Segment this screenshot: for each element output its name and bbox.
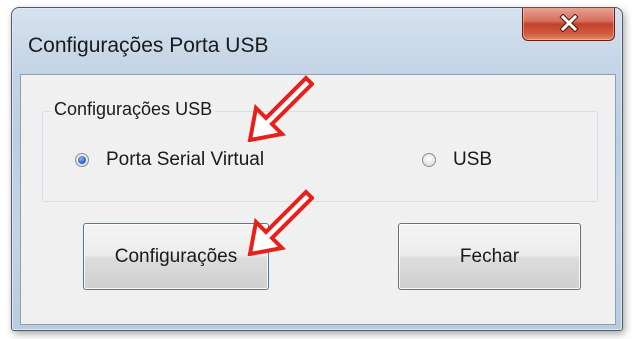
close-button[interactable] <box>522 8 615 41</box>
radio-virtual-serial-port[interactable]: Porta Serial Virtual <box>75 149 264 171</box>
dialog-window: Configurações Porta USB Configurações US… <box>11 7 623 331</box>
radio-label-virtual-serial-port: Porta Serial Virtual <box>106 149 265 170</box>
radio-label-usb: USB <box>453 149 493 170</box>
close-icon <box>559 14 579 32</box>
radio-indicator-checked[interactable] <box>75 153 89 167</box>
radio-indicator-unchecked[interactable] <box>422 153 436 167</box>
configurations-button[interactable]: Configurações <box>83 223 269 290</box>
radio-usb[interactable]: USB <box>422 149 492 171</box>
close-dialog-button[interactable]: Fechar <box>398 223 581 290</box>
groupbox-label: Configurações USB <box>51 99 216 120</box>
dialog-client-area: Configurações USB Porta Serial Virtual U… <box>20 74 616 325</box>
window-title: Configurações Porta USB <box>28 34 269 57</box>
title-bar[interactable]: Configurações Porta USB <box>12 8 622 74</box>
